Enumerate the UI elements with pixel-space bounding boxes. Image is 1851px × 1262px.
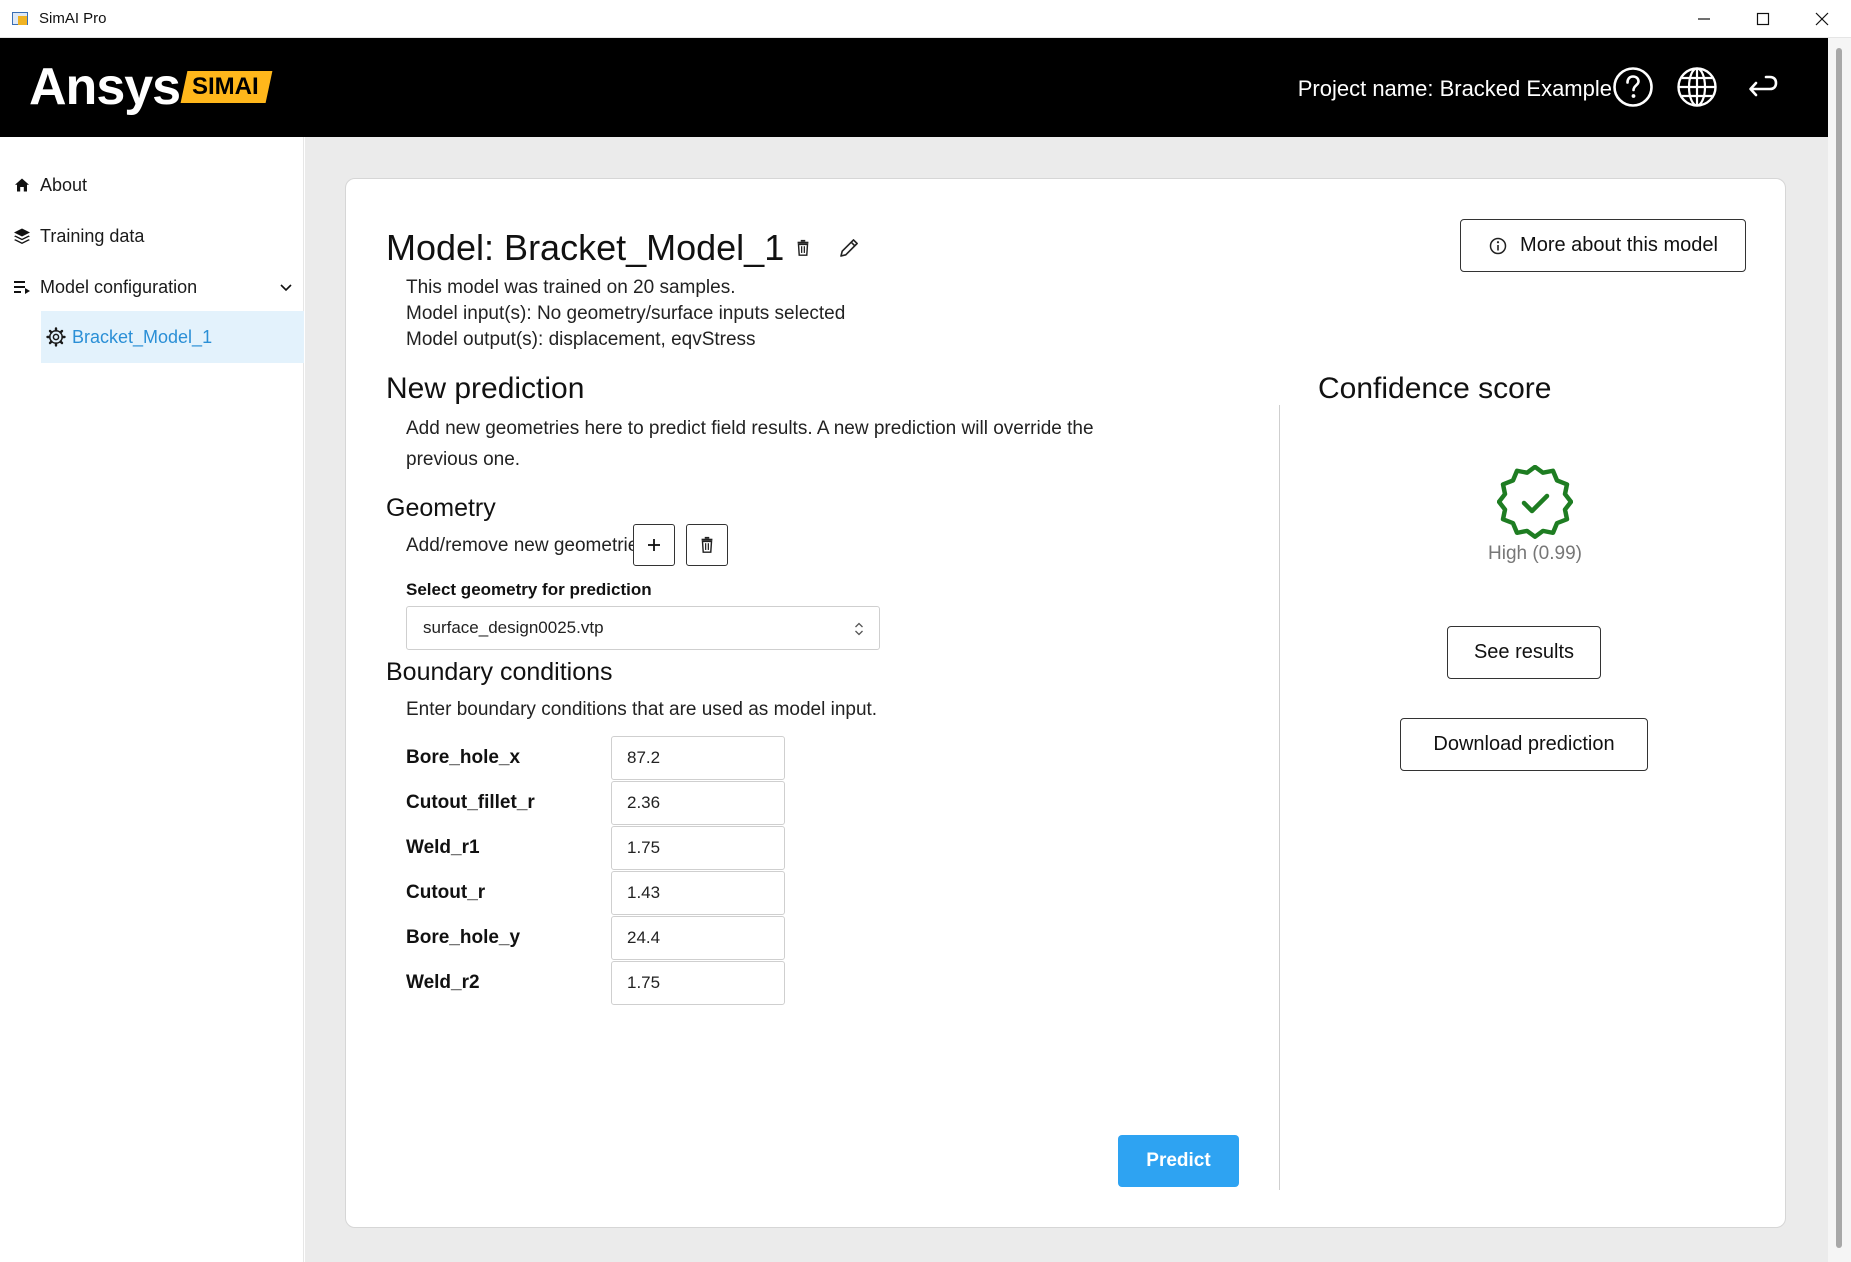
geometry-select-value: surface_design0025.vtp <box>423 618 604 637</box>
pencil-icon <box>840 239 858 257</box>
bc-input-weld-r1[interactable] <box>611 826 785 870</box>
help-button[interactable] <box>1610 64 1656 110</box>
model-card: Model: Bracket_Model_1 More about this m… <box>345 178 1786 1228</box>
boundary-conditions-description: Enter boundary conditions that are used … <box>406 699 878 720</box>
geometry-select[interactable]: surface_design0025.vtp <box>406 606 880 650</box>
sidebar: About Training data Model configuration <box>0 137 304 1262</box>
sidebar-sub-item-label: Bracket_Model_1 <box>72 326 213 347</box>
model-info-samples: This model was trained on 20 samples. <box>406 277 736 298</box>
select-caret-icon <box>855 622 863 636</box>
more-about-model-button[interactable]: More about this model <box>1460 219 1746 272</box>
minimize-button[interactable] <box>1674 0 1733 38</box>
gear-icon <box>46 327 66 347</box>
add-remove-geometries-label: Add/remove new geometries <box>406 535 648 556</box>
vertical-scrollbar[interactable] <box>1828 38 1851 1262</box>
app-header: Ansys SIMAI Project name: Bracked Exampl… <box>0 38 1828 137</box>
home-icon <box>12 175 32 195</box>
new-prediction-description: Add new geometries here to predict field… <box>406 418 1094 470</box>
globe-icon <box>1677 67 1717 107</box>
verified-badge-icon <box>1497 465 1573 539</box>
sidebar-item-label: Model configuration <box>40 276 198 297</box>
select-geometry-label: Select geometry for prediction <box>406 580 652 599</box>
project-name: Project name: Bracked Example <box>1297 76 1612 101</box>
logo-ansys-text: Ansys <box>29 58 181 116</box>
add-geometry-button[interactable] <box>633 524 675 566</box>
confidence-score-heading: Confidence score <box>1318 372 1552 405</box>
bc-input-bore-hole-y[interactable] <box>611 916 785 960</box>
bc-label-weld-r1: Weld_r1 <box>406 837 480 858</box>
minimize-icon <box>1697 18 1710 20</box>
bc-label-bore-hole-x: Bore_hole_x <box>406 747 521 768</box>
boundary-conditions-heading: Boundary conditions <box>386 658 613 686</box>
scrollbar-thumb[interactable] <box>1836 48 1842 1248</box>
bc-label-bore-hole-y: Bore_hole_y <box>406 927 521 948</box>
sidebar-item-about[interactable]: About <box>0 160 304 210</box>
back-button[interactable] <box>1738 64 1784 110</box>
layers-icon <box>12 226 32 246</box>
bc-input-cutout-fillet-r[interactable] <box>611 781 785 825</box>
maximize-button[interactable] <box>1733 0 1792 38</box>
page-title: Model: Bracket_Model_1 <box>386 227 785 268</box>
logo-simai-badge: SIMAI <box>180 71 273 103</box>
main-area: Model: Bracket_Model_1 More about this m… <box>305 137 1828 1262</box>
trash-icon <box>701 536 713 553</box>
maximize-icon <box>1756 12 1769 26</box>
ansys-simai-logo: Ansys SIMAI <box>29 58 273 116</box>
see-results-button[interactable]: See results <box>1447 626 1601 679</box>
plus-icon <box>648 539 660 551</box>
sidebar-item-bracket-model-1[interactable]: Bracket_Model_1 <box>41 311 304 363</box>
sidebar-item-label: About <box>40 174 88 195</box>
bc-label-weld-r2: Weld_r2 <box>406 972 480 993</box>
model-info-inputs: Model input(s): No geometry/surface inpu… <box>406 303 846 324</box>
language-button[interactable] <box>1674 64 1720 110</box>
app-icon <box>12 11 30 27</box>
remove-geometry-button[interactable] <box>686 524 728 566</box>
trash-icon <box>797 239 809 256</box>
delete-model-button[interactable] <box>790 235 816 261</box>
return-icon <box>1749 75 1778 97</box>
bc-input-cutout-r[interactable] <box>611 871 785 915</box>
edit-model-button[interactable] <box>836 235 862 261</box>
sidebar-item-label: Training data <box>40 225 145 246</box>
bc-input-bore-hole-x[interactable] <box>611 736 785 780</box>
window-title: SimAI Pro <box>39 10 107 27</box>
chevron-down-icon[interactable] <box>278 279 294 295</box>
model-info-outputs: Model output(s): displacement, eqvStress <box>406 329 756 350</box>
window-titlebar: SimAI Pro <box>0 0 1851 38</box>
info-icon <box>1489 237 1507 254</box>
column-divider <box>1279 405 1280 1190</box>
sidebar-item-training-data[interactable]: Training data <box>0 211 304 261</box>
geometry-heading: Geometry <box>386 494 496 522</box>
help-icon <box>1613 67 1653 107</box>
bc-label-cutout-r: Cutout_r <box>406 882 486 903</box>
bc-input-weld-r2[interactable] <box>611 961 785 1005</box>
new-prediction-heading: New prediction <box>386 372 585 405</box>
close-icon <box>1815 12 1828 26</box>
download-prediction-button[interactable]: Download prediction <box>1400 718 1648 771</box>
confidence-level: High (0.99) <box>1488 543 1582 564</box>
bc-label-cutout-fillet-r: Cutout_fillet_r <box>406 792 535 813</box>
close-window-button[interactable] <box>1792 0 1851 38</box>
list-config-icon <box>12 277 32 297</box>
predict-button[interactable]: Predict <box>1118 1135 1239 1187</box>
sidebar-item-model-configuration[interactable]: Model configuration <box>0 262 304 312</box>
